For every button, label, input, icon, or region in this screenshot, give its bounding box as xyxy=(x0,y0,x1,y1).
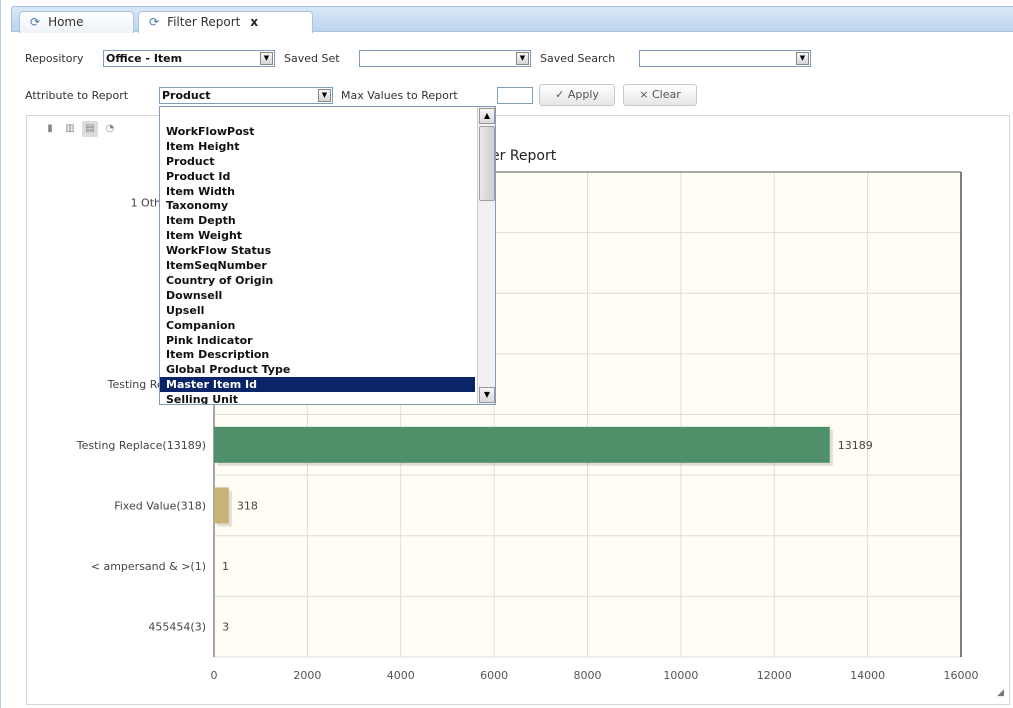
dropdown-option[interactable]: WorkFlow Status xyxy=(160,243,475,258)
chart-title: er Report xyxy=(491,148,557,164)
category-label: < ampersand & >(1) xyxy=(91,560,206,573)
x-tick-label: 12000 xyxy=(757,669,792,682)
value-label: 13189 xyxy=(838,439,873,452)
bar xyxy=(214,426,830,463)
dropdown-option[interactable]: Downsell xyxy=(160,288,475,303)
bar-chart: 0 2000 4000 6000 8000 10000 12000 14000 160001 O… xyxy=(76,171,979,682)
dropdown-option[interactable]: Product xyxy=(160,154,475,169)
x-tick-label: 0 xyxy=(211,669,218,682)
scroll-down-icon[interactable]: ▼ xyxy=(479,387,495,403)
category-label: Fixed Value(318) xyxy=(114,499,206,512)
category-label: Testing Replace(13189) xyxy=(76,439,206,452)
dropdown-option[interactable]: Item Depth xyxy=(160,213,475,228)
dropdown-option[interactable]: Companion xyxy=(160,318,475,333)
category-label: 455454(3) xyxy=(148,621,206,634)
x-tick-label: 14000 xyxy=(850,669,885,682)
attribute-dropdown-list[interactable]: WorkFlowPost Item Height Product Product Id… xyxy=(159,106,496,405)
dropdown-option[interactable]: Item Weight xyxy=(160,228,475,243)
value-label: 3 xyxy=(222,621,229,634)
dropdown-option[interactable]: Taxonomy xyxy=(160,198,475,213)
dropdown-option[interactable]: ItemSeqNumber xyxy=(160,258,475,273)
x-tick-label: 4000 xyxy=(387,669,415,682)
dropdown-option[interactable]: Item Description xyxy=(160,347,475,362)
x-tick-label: 16000 xyxy=(944,669,979,682)
scroll-up-icon[interactable]: ▲ xyxy=(479,108,495,124)
x-tick-label: 8000 xyxy=(574,669,602,682)
dropdown-option[interactable]: Upsell xyxy=(160,303,475,318)
dropdown-option[interactable]: Item Width xyxy=(160,184,475,199)
dropdown-option[interactable]: Product Id xyxy=(160,169,475,184)
dropdown-option[interactable]: Selling Unit xyxy=(160,392,475,404)
bar xyxy=(214,487,229,524)
value-label: 318 xyxy=(237,499,258,512)
x-tick-label: 6000 xyxy=(480,669,508,682)
dropdown-option[interactable] xyxy=(160,109,475,124)
scroll-thumb[interactable] xyxy=(479,126,495,201)
dropdown-option[interactable]: Global Product Type xyxy=(160,362,475,377)
filter-report-window: ⟳ Home ⟳ Filter Report x Repository Office … xyxy=(0,0,1013,708)
dropdown-option[interactable]: Country of Origin xyxy=(160,273,475,288)
dropdown-option[interactable]: Item Height xyxy=(160,139,475,154)
dropdown-scrollbar[interactable]: ▲ ▼ xyxy=(477,107,495,404)
dropdown-option[interactable]: WorkFlowPost xyxy=(160,124,475,139)
dropdown-option[interactable]: Pink Indicator xyxy=(160,333,475,348)
dropdown-option[interactable]: Master Item Id xyxy=(160,377,475,393)
x-tick-label: 2000 xyxy=(293,669,321,682)
value-label: 1 xyxy=(222,560,229,573)
x-tick-label: 10000 xyxy=(663,669,698,682)
